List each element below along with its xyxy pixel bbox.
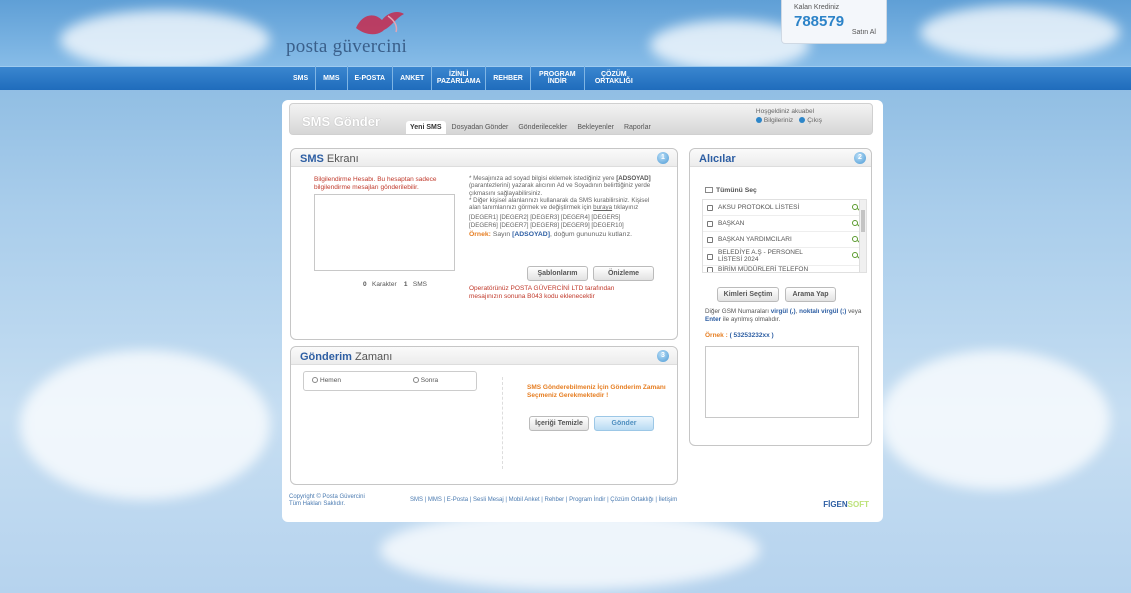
cloud-decoration: [60, 10, 270, 70]
sms-box: SMS Ekranı 1 Bilgilendirme Hesabı. Bu he…: [290, 148, 678, 340]
schedule-box-title: Gönderim Zamanı: [291, 347, 677, 365]
scrollbar-thumb[interactable]: [861, 210, 865, 232]
counter: 0 Karakter 1 SMS: [363, 281, 427, 288]
tab-dosyadan-gonder[interactable]: Dosyadan Gönder: [448, 121, 513, 134]
account-warning: Bilgilendirme Hesabı. Bu hesaptan sadece…: [314, 176, 437, 191]
checkbox[interactable]: [707, 220, 713, 227]
tab-bar: Yeni SMS Dosyadan Gönder Gönderilecekler…: [406, 121, 655, 134]
main-nav: SMS MMS E-POSTA ANKET İZİNLİ PAZARLAMA R…: [286, 66, 643, 90]
logo-text: posta güvercini: [286, 36, 408, 57]
send-button[interactable]: Gönder: [594, 416, 654, 431]
clear-content-button[interactable]: İçeriği Temizle: [529, 416, 589, 431]
buy-credit-link[interactable]: Satın Al: [852, 29, 876, 36]
nav-item-anket[interactable]: ANKET: [393, 66, 433, 90]
search-icon[interactable]: [852, 204, 858, 210]
preview-button[interactable]: Önizleme: [593, 266, 654, 281]
footer-brand-logo[interactable]: FİGENSOFT: [823, 500, 869, 509]
nav-item-cozum-ortakligi[interactable]: ÇÖZÜM ORTAKLIĞI: [585, 66, 643, 90]
list-icon: [705, 187, 713, 194]
copyright: Copyright © Posta Güvercini Tüm Hakları …: [289, 494, 365, 507]
personalization-help: * Mesajınıza ad soyad bilgisi eklemek is…: [469, 175, 661, 238]
nav-item-sms[interactable]: SMS: [286, 66, 317, 90]
list-item[interactable]: AKSU PROTOKOL LİSTESİ: [703, 200, 866, 216]
cloud-decoration: [880, 350, 1110, 490]
logout-icon: [799, 117, 806, 124]
tab-bekleyenler[interactable]: Bekleyenler: [573, 121, 618, 134]
message-textarea[interactable]: [314, 194, 455, 271]
list-scrollbar[interactable]: [859, 200, 866, 272]
operator-note: Operatörünüz POSTA GÜVERCİNİ LTD tarafın…: [469, 285, 615, 300]
list-item[interactable]: BİRİM MÜDÜRLERİ TELEFON: [703, 266, 866, 272]
info-icon: [755, 117, 762, 124]
step-3-icon: 3: [657, 350, 669, 362]
checkbox[interactable]: [707, 236, 713, 243]
search-button[interactable]: Arama Yap: [785, 287, 836, 302]
nav-item-mms[interactable]: MMS: [316, 66, 348, 90]
nav-item-rehber[interactable]: REHBER: [486, 66, 531, 90]
welcome-text: Hoşgeldiniz akuabel: [755, 108, 815, 115]
group-list: AKSU PROTOKOL LİSTESİ BAŞKAN BAŞKAN YARD…: [702, 199, 867, 273]
recipients-box: Alıcılar 2 Tümünü Seç Kimleri Seçtim Ara…: [689, 148, 872, 446]
schedule-options: Hemen Sonra: [303, 371, 477, 391]
later-radio[interactable]: Sonra: [412, 377, 438, 384]
schedule-notice: SMS Gönderebilmeniz İçin Gönderim Zamanı…: [527, 384, 666, 399]
search-icon[interactable]: [852, 220, 858, 226]
now-radio[interactable]: Hemen: [312, 377, 341, 384]
checkbox[interactable]: [707, 266, 713, 272]
info-link[interactable]: Bilgileriniz: [755, 116, 793, 125]
footer-links[interactable]: SMS | MMS | E-Posta | Sesli Mesaj | Mobi…: [410, 497, 677, 503]
tab-yeni-sms[interactable]: Yeni SMS: [406, 121, 446, 134]
divider: [502, 377, 503, 469]
footer: Copyright © Posta Güvercini Tüm Hakları …: [289, 494, 879, 516]
search-icon[interactable]: [852, 236, 858, 242]
templates-button[interactable]: Şablonlarım: [527, 266, 588, 281]
example-line: Örnek: Sayın [ADSOYAD], doğum gununuzu k…: [469, 231, 632, 239]
logout-link[interactable]: Çıkış: [799, 116, 822, 125]
list-item[interactable]: BAŞKAN: [703, 216, 866, 232]
logo[interactable]: posta güvercini: [286, 8, 446, 60]
tab-raporlar[interactable]: Raporlar: [620, 121, 655, 134]
schedule-box: Gönderim Zamanı 3 Hemen Sonra SMS Gönder…: [290, 346, 678, 485]
step-1-icon: 1: [657, 152, 669, 164]
select-all[interactable]: Tümünü Seç: [705, 187, 757, 194]
tab-gonderilecekler[interactable]: Gönderilecekler: [514, 121, 571, 134]
search-icon[interactable]: [852, 252, 858, 258]
recipients-box-title: Alıcılar: [690, 149, 871, 167]
nav-item-eposta[interactable]: E-POSTA: [348, 66, 394, 90]
nav-item-izinli-pazarlama[interactable]: İZİNLİ PAZARLAMA: [432, 66, 487, 90]
credit-box: Kalan Krediniz 788579 Satın Al: [781, 0, 887, 44]
list-item[interactable]: BELEDİYE A.Ş - PERSONEL LİSTESİ 2024: [703, 248, 866, 266]
page-title: SMS Gönder: [302, 114, 381, 129]
gsm-numbers-textarea[interactable]: [705, 346, 859, 418]
credit-label: Kalan Krediniz: [794, 4, 840, 11]
page-header: SMS Gönder Yeni SMS Dosyadan Gönder Gönd…: [289, 103, 873, 135]
credit-value: 788579: [794, 13, 845, 30]
cloud-decoration: [20, 350, 270, 500]
welcome-box: Hoşgeldiniz akuabel Bilgileriniz Çıkış: [755, 107, 822, 125]
cloud-decoration: [920, 5, 1120, 60]
step-2-icon: 2: [854, 152, 866, 164]
sms-box-title: SMS Ekranı: [291, 149, 677, 167]
field-list: [DEGER1] [DEGER2] [DEGER3] [DEGER4] [DEG…: [469, 214, 624, 229]
gsm-example: Örnek : ( 53253232xx ): [705, 332, 774, 339]
checkbox[interactable]: [707, 253, 713, 260]
checkbox[interactable]: [707, 204, 713, 211]
who-selected-button[interactable]: Kimleri Seçtim: [717, 287, 779, 302]
cloud-decoration: [380, 510, 760, 590]
gsm-help-text: Diğer GSM Numaraları virgül (,), noktalı…: [705, 308, 862, 323]
personal-fields-link[interactable]: buraya: [593, 204, 612, 211]
nav-item-program-indir[interactable]: PROGRAM İNDİR: [531, 66, 585, 90]
list-item[interactable]: BAŞKAN YARDIMCILARI: [703, 232, 866, 248]
